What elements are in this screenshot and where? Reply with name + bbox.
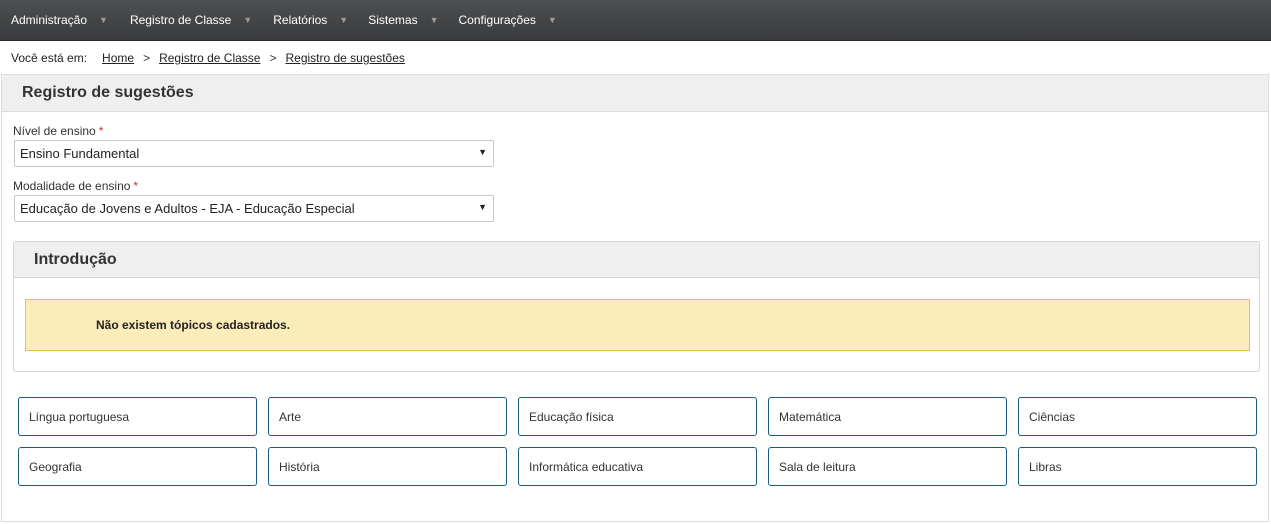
modalidade-label-text: Modalidade de ensino bbox=[13, 179, 131, 193]
breadcrumb-link-registro-de-sugestoes[interactable]: Registro de sugestões bbox=[285, 51, 404, 65]
nav-item-sistemas[interactable]: Sistemas ▼ bbox=[368, 0, 438, 41]
main-panel: Registro de sugestões Nível de ensino * E… bbox=[1, 74, 1269, 522]
dropdown-caret-icon: ▼ bbox=[478, 202, 487, 212]
nivel-select[interactable]: Ensino Fundamental ▼ bbox=[14, 140, 494, 167]
nav-label: Configurações bbox=[458, 13, 536, 27]
subject-button-libras[interactable]: Libras bbox=[1018, 447, 1257, 486]
modalidade-label: Modalidade de ensino * bbox=[13, 179, 138, 193]
chevron-down-icon: ▼ bbox=[243, 15, 253, 25]
subject-button-historia[interactable]: História bbox=[268, 447, 507, 486]
breadcrumb-link-home[interactable]: Home bbox=[102, 51, 134, 65]
nav-label: Sistemas bbox=[368, 13, 418, 27]
breadcrumb-separator: > bbox=[269, 51, 277, 65]
breadcrumb: Você está em: Home > Registro de Classe … bbox=[11, 51, 405, 65]
chevron-down-icon: ▼ bbox=[99, 15, 108, 25]
subject-button-lingua-portuguesa[interactable]: Língua portuguesa bbox=[18, 397, 257, 436]
chevron-down-icon: ▼ bbox=[547, 15, 557, 25]
nav-item-configuracoes[interactable]: Configurações ▼ bbox=[459, 0, 557, 41]
subject-button-geografia[interactable]: Geografia bbox=[18, 447, 257, 486]
nav-item-administracao[interactable]: Administração ▼ bbox=[11, 0, 108, 41]
breadcrumb-prefix: Você está em: bbox=[11, 51, 88, 65]
alert-message: Não existem tópicos cadastrados. bbox=[96, 318, 291, 332]
nav-item-relatorios[interactable]: Relatórios ▼ bbox=[273, 0, 348, 41]
top-nav: Administração ▼ Registro de Classe ▼ Rel… bbox=[0, 0, 1271, 41]
modalidade-select[interactable]: Educação de Jovens e Adultos - EJA - Edu… bbox=[14, 195, 494, 222]
chevron-down-icon: ▼ bbox=[429, 15, 439, 25]
subject-button-sala-de-leitura[interactable]: Sala de leitura bbox=[768, 447, 1007, 486]
modalidade-select-value: Educação de Jovens e Adultos - EJA - Edu… bbox=[20, 201, 355, 216]
nav-label: Administração bbox=[11, 13, 88, 27]
intro-header: Introdução bbox=[14, 242, 1259, 278]
nivel-label-text: Nível de ensino bbox=[13, 124, 96, 138]
chevron-down-icon: ▼ bbox=[339, 15, 349, 25]
warning-alert: Não existem tópicos cadastrados. bbox=[25, 299, 1250, 351]
intro-panel: Introdução Não existem tópicos cadastrad… bbox=[13, 241, 1260, 372]
subject-button-informatica-educativa[interactable]: Informática educativa bbox=[518, 447, 757, 486]
nivel-label: Nível de ensino * bbox=[13, 124, 103, 138]
breadcrumb-link-registro-de-classe[interactable]: Registro de Classe bbox=[159, 51, 260, 65]
dropdown-caret-icon: ▼ bbox=[478, 147, 487, 157]
subject-button-arte[interactable]: Arte bbox=[268, 397, 507, 436]
nav-label: Registro de Classe bbox=[129, 13, 232, 27]
nivel-select-value: Ensino Fundamental bbox=[20, 146, 140, 161]
required-mark: * bbox=[98, 124, 104, 138]
subject-button-educacao-fisica[interactable]: Educação física bbox=[518, 397, 757, 436]
breadcrumb-separator: > bbox=[143, 51, 151, 65]
required-mark: * bbox=[133, 179, 139, 193]
subject-button-matematica[interactable]: Matemática bbox=[768, 397, 1007, 436]
subject-grid: Língua portuguesa Arte Educação física M… bbox=[18, 397, 1257, 486]
intro-title: Introdução bbox=[34, 250, 117, 268]
nav-label: Relatórios bbox=[273, 13, 328, 27]
nav-item-registro-de-classe[interactable]: Registro de Classe ▼ bbox=[130, 0, 252, 41]
panel-header: Registro de sugestões bbox=[2, 75, 1268, 112]
page-title: Registro de sugestões bbox=[22, 84, 194, 101]
subject-button-ciencias[interactable]: Ciências bbox=[1018, 397, 1257, 436]
